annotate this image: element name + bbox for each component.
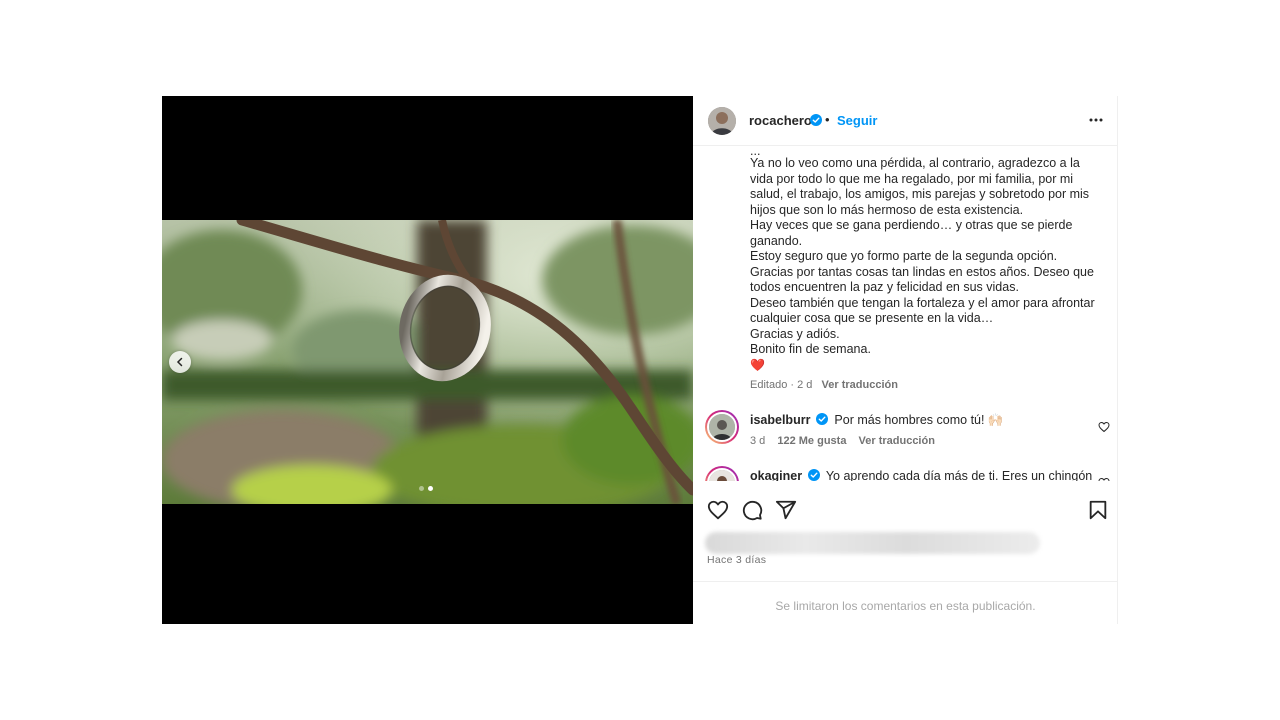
comment-avatar[interactable]: [705, 466, 739, 481]
comment-meta: 3 d 122 Me gusta Ver traducción: [750, 435, 944, 447]
caption-line: vida por todo lo que me ha regalado, por…: [750, 171, 1074, 186]
comment-translate-link[interactable]: Ver traducción: [859, 435, 935, 447]
comment-time: 3 d: [750, 435, 766, 447]
header-separator: •: [825, 112, 830, 127]
caption-line: salud, el trabajo, los amigos, mis parej…: [750, 187, 1090, 201]
caption-meta: Editado · 2 d Ver traducción: [750, 378, 1105, 394]
comments-limited-notice: Se limitaron los comentarios en esta pub…: [693, 581, 1118, 624]
post-username[interactable]: rocachero: [749, 113, 812, 128]
post-photo[interactable]: [162, 220, 693, 504]
follow-button[interactable]: Seguir: [837, 113, 877, 128]
edited-label: Editado · 2 d: [750, 379, 813, 391]
comment-bubble-icon[interactable]: [741, 499, 763, 521]
caption-line: Ya no lo veo como una pérdida, al contra…: [750, 156, 1080, 170]
heart-outline-icon[interactable]: [1098, 477, 1110, 481]
comment-username[interactable]: isabelburr: [750, 413, 810, 427]
comment-avatar[interactable]: [705, 410, 739, 444]
comment-item: isabelburr Por más hombres como tú! 🙌🏻 3…: [705, 410, 1110, 450]
caption-line: Hay veces que se gana perdiendo… y otras…: [750, 218, 1073, 232]
share-send-icon[interactable]: [775, 499, 797, 521]
post-time: Hace 3 días: [707, 554, 767, 566]
post-media: [162, 96, 693, 624]
comments-section[interactable]: ... Ya no lo veo como una pérdida, al co…: [693, 147, 1118, 481]
carousel-indicator: [419, 486, 433, 491]
heart-emoji: ❤️: [750, 357, 765, 372]
caption-line: Gracias por tantas cosas tan lindas en e…: [750, 264, 1094, 279]
carousel-dot: [419, 486, 424, 491]
comment-text: Yo aprendo cada día más de ti. Eres un c…: [825, 469, 1093, 481]
save-bookmark-icon[interactable]: [1087, 499, 1109, 521]
caption-line: hijos que son lo más hermoso de esta exi…: [750, 202, 1024, 217]
more-options-icon[interactable]: [1088, 112, 1104, 128]
comment-text: Por más hombres como tú! 🙌🏻: [834, 413, 1004, 427]
caption-line: ...: [750, 147, 761, 158]
caption-line: Deseo también que tengan la fortaleza y …: [750, 295, 1095, 310]
comment-text-row: okaginer Yo aprendo cada día más de ti. …: [750, 469, 1092, 481]
carousel-dot-active: [428, 486, 433, 491]
post-caption: ... Ya no lo veo como una pérdida, al co…: [750, 147, 1105, 394]
heart-outline-icon[interactable]: [1098, 421, 1110, 433]
comment-item: okaginer Yo aprendo cada día más de ti. …: [705, 466, 1110, 481]
caption-translate-link[interactable]: Ver traducción: [822, 379, 898, 391]
post-header: rocachero • Seguir: [693, 96, 1118, 146]
verified-badge-icon: [810, 114, 822, 126]
comment-username[interactable]: okaginer: [750, 469, 802, 481]
blurred-likes-summary: [705, 532, 1040, 554]
avatar[interactable]: [708, 107, 736, 135]
caption-line: todos encuentren la paz y felicidad en s…: [750, 280, 1019, 294]
post-actions: [693, 496, 1118, 526]
like-heart-icon[interactable]: [707, 499, 729, 521]
caption-line: Estoy seguro que yo formo parte de la se…: [750, 249, 1058, 263]
comment-text-row: isabelburr Por más hombres como tú! 🙌🏻: [750, 413, 1004, 428]
chevron-left-icon: [176, 357, 183, 367]
comment-likes[interactable]: 122 Me gusta: [777, 435, 846, 447]
caption-line: Gracias y adiós.: [750, 326, 840, 341]
caption-line: ganando.: [750, 233, 803, 248]
verified-badge-icon: [807, 469, 820, 481]
verified-badge-icon: [815, 413, 828, 425]
caption-line: cualquier cosa que se presente en la vid…: [750, 311, 994, 325]
caption-line: Bonito fin de semana.: [750, 342, 871, 356]
carousel-prev-button[interactable]: [169, 351, 191, 373]
post-details-panel: rocachero • Seguir ... Ya no lo veo como…: [693, 96, 1118, 624]
